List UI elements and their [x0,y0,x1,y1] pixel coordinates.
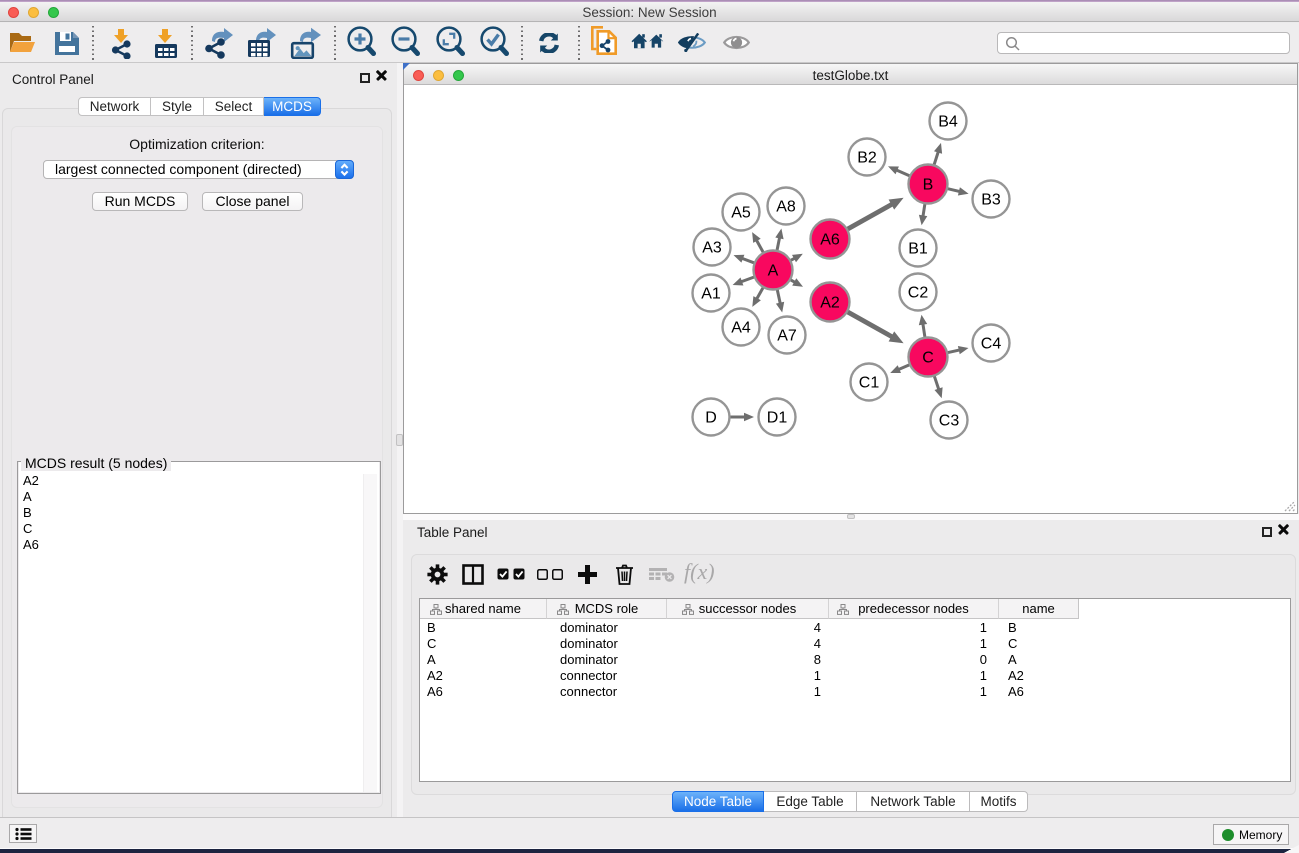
svg-text:C: C [922,350,934,367]
svg-text:A7: A7 [777,328,797,345]
svg-text:A2: A2 [820,295,840,312]
svg-text:C1: C1 [859,375,880,392]
svg-text:B4: B4 [938,114,958,131]
svg-text:A: A [768,263,779,280]
svg-text:C4: C4 [981,336,1002,353]
svg-text:D1: D1 [767,410,788,427]
svg-text:A5: A5 [731,205,751,222]
svg-text:A3: A3 [702,240,722,257]
svg-text:B3: B3 [981,192,1001,209]
svg-text:D: D [705,410,717,427]
svg-text:A8: A8 [776,199,796,216]
svg-text:A6: A6 [820,232,840,249]
svg-text:A1: A1 [701,286,721,303]
svg-text:B: B [923,177,934,194]
svg-text:C3: C3 [939,413,960,430]
svg-text:C2: C2 [908,285,929,302]
svg-text:B1: B1 [908,241,928,258]
svg-text:B2: B2 [857,150,877,167]
svg-text:A4: A4 [731,320,751,337]
